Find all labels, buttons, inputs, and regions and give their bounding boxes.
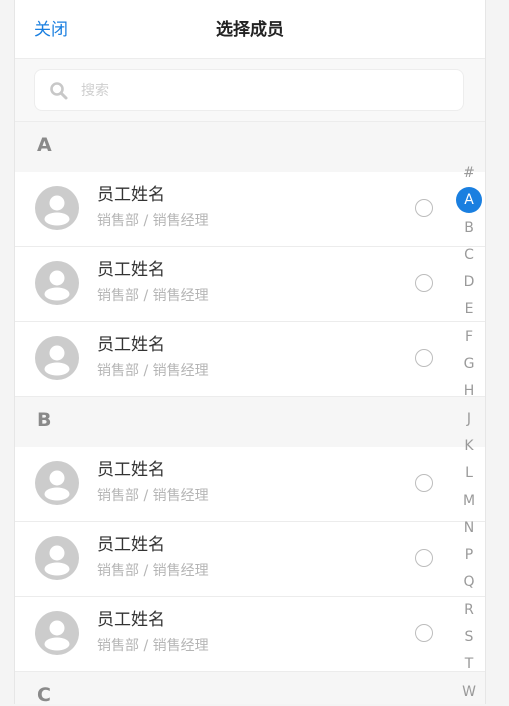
search-bar — [15, 59, 485, 122]
search-icon — [50, 82, 68, 100]
member-department: 销售部 / 销售经理 — [97, 288, 209, 304]
index-letter-text: L — [465, 465, 473, 482]
group-header-b: B — [15, 397, 485, 447]
index-letter-e[interactable]: E — [455, 296, 483, 323]
group-letter: B — [37, 409, 52, 431]
group-letter: C — [37, 684, 51, 705]
index-letter-f[interactable]: F — [455, 324, 483, 351]
member-name: 员工姓名 — [97, 460, 165, 480]
index-letter-c[interactable]: C — [455, 242, 483, 269]
member-name: 员工姓名 — [97, 260, 165, 280]
index-letter-text: H — [463, 383, 475, 400]
index-letter-hash[interactable]: # — [455, 160, 483, 187]
group-header-c: C — [15, 672, 485, 704]
select-radio[interactable] — [415, 474, 433, 492]
group-letter: A — [37, 134, 52, 156]
index-letter-r[interactable]: R — [455, 597, 483, 624]
select-radio[interactable] — [415, 549, 433, 567]
avatar-icon — [35, 536, 79, 580]
index-letter-text: K — [464, 437, 474, 454]
index-letter-b[interactable]: B — [455, 215, 483, 242]
index-letter-text: B — [464, 219, 474, 236]
index-letter-text: C — [464, 246, 474, 263]
index-letter-text: N — [463, 519, 475, 536]
search-input[interactable] — [79, 79, 443, 103]
select-radio[interactable] — [415, 624, 433, 642]
index-letter-j[interactable]: J — [455, 406, 483, 433]
member-name: 员工姓名 — [97, 335, 165, 355]
index-letter-text: T — [464, 656, 474, 673]
index-letter-d[interactable]: D — [455, 269, 483, 296]
avatar-icon — [35, 461, 79, 505]
member-name: 员工姓名 — [97, 610, 165, 630]
member-list: A 员工姓名 销售部 / 销售经理 员工姓名 销售部 / 销售经理 员工姓名 销售部 / 销… — [15, 122, 485, 704]
member-picker-page: 关闭 选择成员 A员工姓名销售部 / 销售经理员工姓名销售部 / 销售经理员工姓… — [14, 0, 486, 704]
index-letter-text: M — [462, 492, 476, 509]
index-letter-text: J — [466, 410, 472, 427]
index-letter-text: A — [464, 192, 474, 209]
avatar-icon — [35, 186, 79, 230]
alphabet-index-bar: # A B C D E F G H J K L M N P Q R S T W — [455, 160, 483, 706]
index-letter-g[interactable]: G — [455, 351, 483, 378]
index-letter-p[interactable]: P — [455, 542, 483, 569]
page-title: 选择成员 — [216, 20, 284, 40]
index-letter-text: # — [463, 165, 475, 181]
member-row[interactable]: 员工姓名销售部 / 销售经理 — [15, 322, 485, 397]
member-name: 员工姓名 — [97, 535, 165, 555]
index-letter-t[interactable]: T — [455, 651, 483, 678]
member-name: 员工姓名 — [97, 185, 165, 205]
member-department: 销售部 / 销售经理 — [97, 488, 209, 504]
index-letter-text: R — [464, 601, 474, 618]
index-letter-m[interactable]: M — [455, 488, 483, 515]
index-letter-text: F — [464, 328, 474, 345]
index-letter-a[interactable]: A — [455, 187, 483, 214]
member-department: 销售部 / 销售经理 — [97, 363, 209, 379]
index-letter-text: E — [464, 301, 474, 318]
select-radio[interactable] — [415, 199, 433, 217]
search-box[interactable] — [34, 69, 464, 111]
index-letter-h[interactable]: H — [455, 378, 483, 405]
index-letter-q[interactable]: Q — [455, 569, 483, 596]
index-letter-text: Q — [463, 574, 475, 591]
index-letter-text: G — [463, 356, 475, 373]
index-letter-text: P — [464, 547, 474, 564]
member-row[interactable]: 员工姓名销售部 / 销售经理 — [15, 247, 485, 322]
index-letter-w[interactable]: W — [455, 679, 483, 706]
avatar-icon — [35, 261, 79, 305]
select-radio[interactable] — [415, 274, 433, 292]
member-department: 销售部 / 销售经理 — [97, 563, 209, 579]
member-row[interactable]: 员工姓名销售部 / 销售经理 — [15, 447, 485, 522]
index-letter-text: D — [463, 274, 475, 291]
index-letter-k[interactable]: K — [455, 433, 483, 460]
header-bar: 关闭 选择成员 — [15, 0, 485, 59]
member-row[interactable]: 员工姓名销售部 / 销售经理 — [15, 522, 485, 597]
member-row[interactable]: 员工姓名销售部 / 销售经理 — [15, 597, 485, 672]
group-header-a: A — [15, 122, 485, 172]
member-department: 销售部 / 销售经理 — [97, 638, 209, 654]
avatar-icon — [35, 611, 79, 655]
select-radio[interactable] — [415, 349, 433, 367]
index-letter-n[interactable]: N — [455, 515, 483, 542]
index-letter-s[interactable]: S — [455, 624, 483, 651]
index-letter-l[interactable]: L — [455, 460, 483, 487]
member-department: 销售部 / 销售经理 — [97, 213, 209, 229]
avatar-icon — [35, 336, 79, 380]
member-row[interactable]: 员工姓名销售部 / 销售经理 — [15, 172, 485, 247]
index-letter-text: W — [462, 683, 476, 700]
index-letter-text: S — [464, 629, 474, 646]
